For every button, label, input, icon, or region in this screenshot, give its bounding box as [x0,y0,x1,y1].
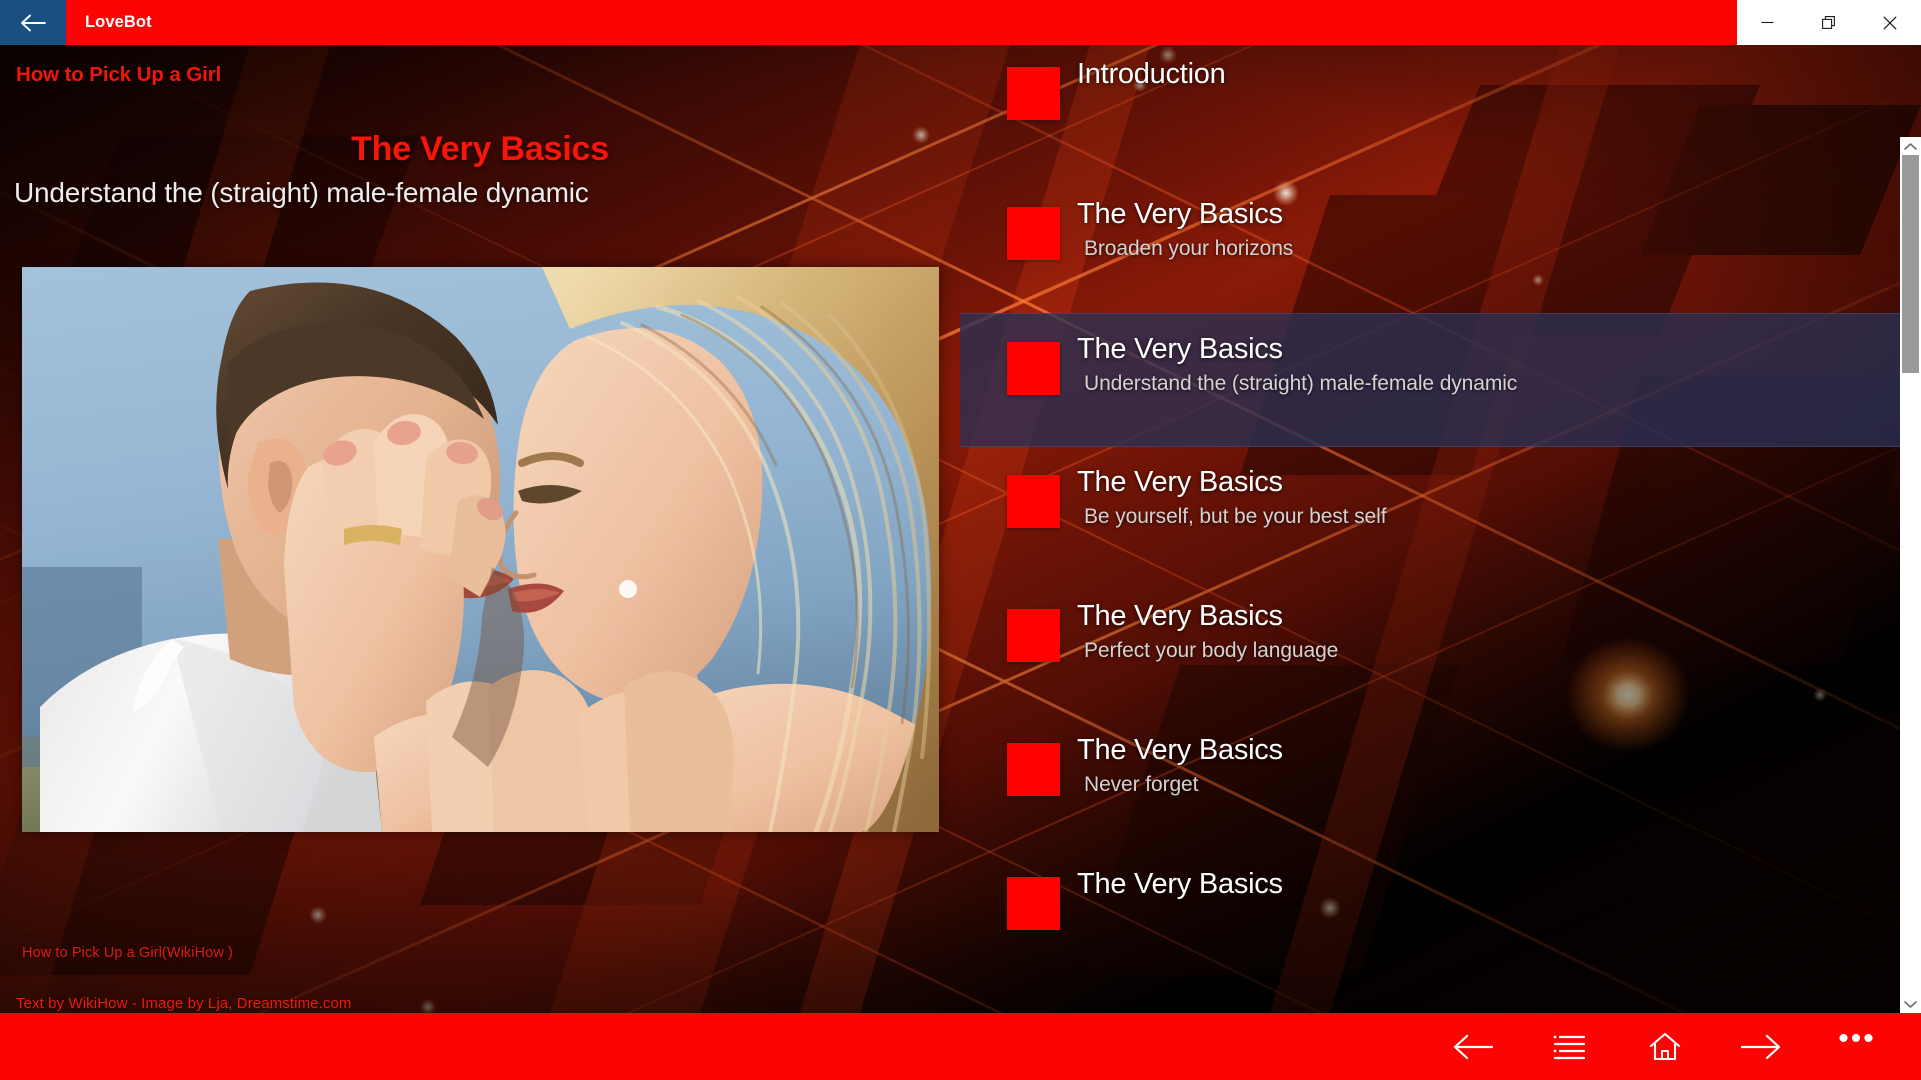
toc-item-6[interactable]: The Very Basics [960,849,1900,983]
toc-item-title: The Very Basics [1077,466,1283,498]
toc-item-subtitle: Perfect your body language [1084,639,1339,662]
toc-item-5[interactable]: The Very Basics Never forget [960,715,1900,849]
toc-item-2-selected[interactable]: The Very Basics Understand the (straight… [960,313,1900,447]
toc-item-subtitle: Be yourself, but be your best self [1084,505,1387,528]
scrollbar-track[interactable] [1900,155,1921,995]
toc-item-subtitle: Broaden your horizons [1084,237,1294,260]
toc-item-text: The Very Basics Broaden your horizons [1077,196,1293,262]
toc-item-title: The Very Basics [1077,198,1283,230]
appbar-home-button[interactable] [1617,1013,1713,1080]
close-icon [1883,15,1897,30]
more-options-icon: ••• [1838,1021,1876,1055]
toc-thumbnail [1007,207,1060,260]
slide-image [22,267,939,832]
minimize-icon [1761,21,1774,24]
appbar-more-button[interactable]: ••• [1809,1013,1905,1080]
table-of-contents-icon [1553,1035,1585,1059]
back-arrow-icon [21,14,46,31]
back-arrow-icon [1453,1034,1493,1059]
home-icon [1649,1032,1681,1060]
toc-thumbnail [1007,342,1060,395]
scrollbar-thumb[interactable] [1902,155,1919,373]
toc-item-title: The Very Basics [1077,734,1283,766]
bottom-app-bar: ••• [0,1013,1921,1080]
slide-subtitle: Understand the (straight) male-female dy… [14,177,589,208]
minimize-button[interactable] [1737,0,1798,45]
toc-item-3[interactable]: The Very Basics Be yourself, but be your… [960,447,1900,581]
titlebar-drag-region: LoveBot [66,0,1737,45]
appbar-contents-button[interactable] [1521,1013,1617,1080]
chevron-up-icon[interactable] [1900,137,1921,155]
toc-thumbnail [1007,609,1060,662]
toc-item-1[interactable]: The Very Basics Broaden your horizons [960,179,1900,313]
table-of-contents-list[interactable]: Introduction The Very Basics Broaden you… [960,45,1900,1013]
toc-item-4[interactable]: The Very Basics Perfect your body langua… [960,581,1900,715]
toc-thumbnail [1007,475,1060,528]
toc-thumbnail [1007,67,1060,120]
image-credit-line-1: How to Pick Up a Girl(WikiHow ) [22,945,233,961]
app-window: How to Pick Up a Girl The Very Basics Un… [0,0,1921,1080]
maximize-button[interactable] [1798,0,1859,45]
titlebar-back-button[interactable] [0,0,66,45]
slide-content-pane: How to Pick Up a Girl The Very Basics Un… [0,45,980,1013]
image-credit-line-2: Text by WikiHow - Image by Lja, Dreamsti… [16,995,352,1012]
toc-item-title: Introduction [1077,58,1226,90]
appbar-back-button[interactable] [1425,1013,1521,1080]
toc-item-text: The Very Basics Understand the (straight… [1077,331,1517,397]
toc-item-0[interactable]: Introduction [960,45,1900,179]
toc-item-subtitle: Never forget [1084,773,1199,796]
toc-item-title: The Very Basics [1077,868,1283,900]
toc-thumbnail [1007,743,1060,796]
toc-item-text: The Very Basics [1077,866,1283,902]
toc-thumbnail [1007,877,1060,930]
title-bar: LoveBot [0,0,1921,45]
window-controls [1737,0,1921,45]
app-title: LoveBot [85,13,152,31]
forward-arrow-icon [1741,1034,1781,1059]
toc-item-text: The Very Basics Perfect your body langua… [1077,598,1338,664]
toc-item-text: The Very Basics Be yourself, but be your… [1077,464,1387,530]
chevron-down-icon[interactable] [1900,995,1921,1013]
toc-item-text: Introduction [1077,56,1226,92]
toc-item-text: The Very Basics Never forget [1077,732,1283,798]
close-button[interactable] [1860,0,1921,45]
toc-item-subtitle: Understand the (straight) male-female dy… [1084,372,1518,395]
couple-kissing-photo [22,267,939,832]
slide-title: The Very Basics [351,130,609,168]
appbar-forward-button[interactable] [1713,1013,1809,1080]
toc-item-title: The Very Basics [1077,600,1283,632]
chapter-label: How to Pick Up a Girl [16,63,222,86]
maximize-restore-icon [1822,15,1835,29]
toc-item-title: The Very Basics [1077,333,1283,365]
vertical-scrollbar[interactable] [1900,137,1921,1013]
